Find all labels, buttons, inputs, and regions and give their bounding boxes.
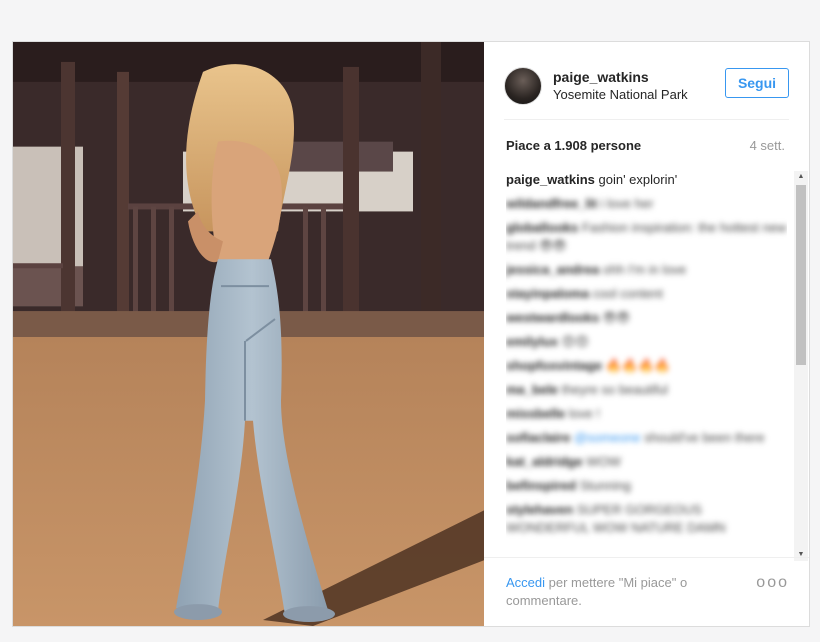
comment-item: stylehaven SUPER GORGEOUS WONDERFUL WOW …	[506, 501, 787, 537]
post-sidebar: paige_watkins Yosemite National Park Seg…	[484, 42, 809, 626]
comment-text: Stunning	[579, 478, 632, 493]
follow-button[interactable]: Segui	[725, 68, 789, 98]
comment-item: missbelle love !	[506, 405, 787, 423]
comment-item: emilylux 😍😍	[506, 333, 787, 351]
comment-item: kat_aldridge WOW	[506, 453, 787, 471]
comment-username[interactable]: emilylux	[506, 334, 558, 349]
comment-username[interactable]: globallooks	[506, 220, 578, 235]
comment-item: ma_bele theyre so beautiful	[506, 381, 787, 399]
caption: paige_watkins goin' explorin'	[506, 171, 787, 189]
login-link[interactable]: Accedi	[506, 575, 545, 590]
comment-username[interactable]: westwardlooks	[506, 310, 599, 325]
comment-item: befinspired Stunning	[506, 477, 787, 495]
caption-text: goin' explorin'	[598, 172, 678, 187]
comment-item: jessica_andrea ohh I'm in love	[506, 261, 787, 279]
comment-text: WOW	[586, 454, 621, 469]
scroll-up-icon[interactable]: ▲	[794, 171, 808, 183]
comment-username[interactable]: kat_aldridge	[506, 454, 583, 469]
caption-username[interactable]: paige_watkins	[506, 172, 595, 187]
comment-username[interactable]: sofiaclaire	[506, 430, 570, 445]
comment-text: 😍😍	[561, 334, 589, 349]
comment-username[interactable]: ma_bele	[506, 382, 558, 397]
comment-text: i love her	[600, 196, 654, 211]
comment-text: should've been there	[644, 430, 765, 445]
likes-count[interactable]: Piace a 1.908 persone	[506, 138, 641, 154]
comment-text: ohh I'm in love	[602, 262, 687, 277]
comment-text: cool content	[592, 286, 663, 301]
likes-row: Piace a 1.908 persone 4 sett.	[506, 138, 785, 154]
username-link[interactable]: paige_watkins	[553, 69, 725, 86]
header-divider	[504, 119, 789, 120]
comment-text: 🔥🔥🔥🔥	[605, 358, 671, 373]
comment-username[interactable]: jessica_andrea	[506, 262, 599, 277]
comment-item: globallooks Fashion inspiration: the hot…	[506, 219, 787, 255]
comment-username[interactable]: missbelle	[506, 406, 565, 421]
user-block: paige_watkins Yosemite National Park	[553, 69, 725, 103]
comment-mention[interactable]: @someone	[574, 430, 641, 445]
post-footer: Accedi per mettere "Mi piace" o commenta…	[506, 574, 789, 610]
post-header: paige_watkins Yosemite National Park Seg…	[504, 56, 789, 116]
comment-item: shopfoxvintage 🔥🔥🔥🔥	[506, 357, 787, 375]
comment-username[interactable]: stayinpaloma	[506, 286, 589, 301]
login-prompt: Accedi per mettere "Mi piace" o commenta…	[506, 574, 736, 610]
comments-list[interactable]: paige_watkins goin' explorin' wildandfre…	[506, 171, 787, 556]
comment-item: wildandfree_lit i love her	[506, 195, 787, 213]
comment-username[interactable]: befinspired	[506, 478, 576, 493]
avatar[interactable]	[504, 67, 542, 105]
comment-item: sofiaclaire @someone should've been ther…	[506, 429, 787, 447]
comment-item: stayinpaloma cool content	[506, 285, 787, 303]
ellipsis-icon[interactable]: ooo	[756, 574, 789, 592]
comment-username[interactable]: wildandfree_lit	[506, 196, 597, 211]
post-photo[interactable]	[13, 42, 484, 626]
location-link[interactable]: Yosemite National Park	[553, 86, 725, 103]
comment-text: theyre so beautiful	[561, 382, 668, 397]
footer-divider	[484, 557, 809, 558]
scroll-thumb[interactable]	[796, 185, 806, 365]
comment-item: westwardlooks 😎😎	[506, 309, 787, 327]
comment-username[interactable]: shopfoxvintage	[506, 358, 602, 373]
comments-scrollbar[interactable]: ▲ ▼	[794, 171, 808, 561]
comment-text: love !	[568, 406, 600, 421]
comment-username[interactable]: stylehaven	[506, 502, 573, 517]
photo-illustration	[13, 42, 484, 626]
post-time[interactable]: 4 sett.	[750, 138, 785, 154]
comment-text: 😎😎	[602, 310, 630, 325]
scroll-down-icon[interactable]: ▼	[794, 549, 808, 561]
post-card: paige_watkins Yosemite National Park Seg…	[12, 41, 810, 627]
